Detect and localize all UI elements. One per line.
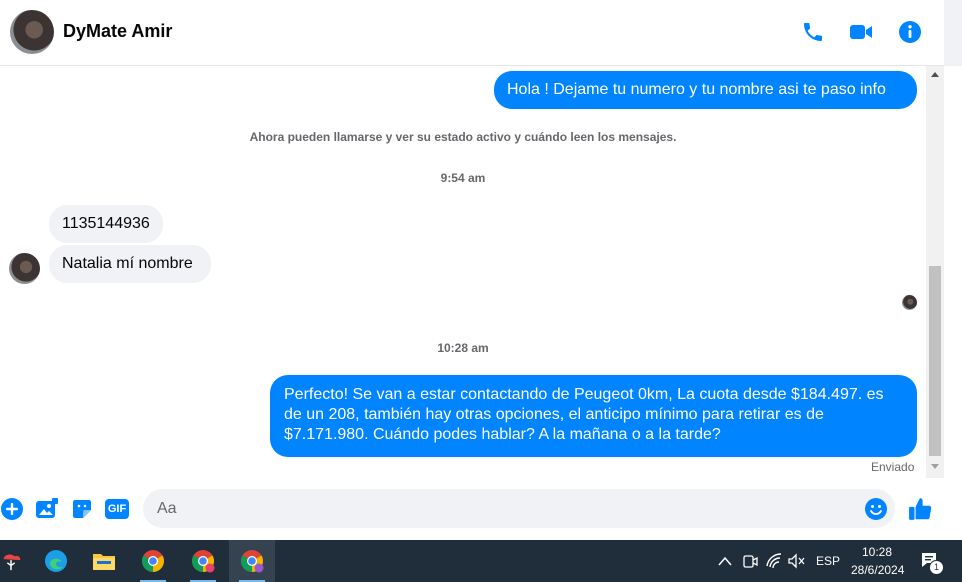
composer-bar: GIF [0, 478, 962, 540]
message-list: Hola ! Dejame tu numero y tu nombre asi … [0, 66, 926, 478]
message-text-line: de un 208, también hay otras opciones, e… [284, 406, 824, 423]
plus-icon[interactable] [0, 497, 24, 521]
sticker-icon[interactable] [70, 497, 94, 521]
input-language[interactable]: ESP [816, 554, 840, 568]
scrollbar[interactable] [926, 66, 944, 478]
scroll-up-arrow-icon[interactable] [931, 72, 939, 77]
windows-taskbar: ESP 10:28 28/6/2024 1 [0, 540, 962, 582]
delivery-status: Enviado [871, 460, 915, 474]
message-input-container[interactable] [143, 489, 895, 528]
gif-icon[interactable]: GIF [105, 499, 129, 519]
notification-center[interactable]: 1 [920, 551, 944, 575]
taskbar-app-edge[interactable] [33, 540, 79, 582]
contact-avatar-small[interactable] [9, 253, 40, 284]
video-icon[interactable] [849, 20, 873, 44]
seen-indicator-avatar [902, 295, 917, 310]
message-incoming[interactable]: 1135144936 [49, 205, 163, 243]
image-icon[interactable] [35, 497, 59, 521]
like-thumbs-up-icon[interactable] [908, 496, 934, 522]
weather-widget-icon[interactable] [0, 550, 22, 572]
taskbar-app-file-explorer[interactable] [81, 540, 127, 582]
scroll-thumb[interactable] [929, 266, 941, 456]
taskbar-app-chrome-profile[interactable] [180, 540, 226, 582]
message-text: Hola ! Dejame tu numero y tu nombre asi … [507, 81, 886, 98]
taskbar-app-chrome[interactable] [130, 540, 176, 582]
message-input[interactable] [155, 497, 859, 521]
message-text: 1135144936 [62, 215, 150, 232]
taskbar-app-chrome-active[interactable] [229, 540, 275, 582]
edge-icon [45, 550, 67, 572]
chrome-icon [192, 550, 215, 573]
message-outgoing[interactable]: Hola ! Dejame tu numero y tu nombre asi … [494, 71, 917, 109]
meet-now-icon[interactable] [742, 553, 758, 569]
message-text: Natalia mí nombre [62, 255, 193, 272]
chrome-icon [241, 550, 264, 573]
system-note: Ahora pueden llamarse y ver su estado ac… [249, 130, 677, 144]
scroll-down-arrow-icon[interactable] [931, 464, 939, 469]
folder-icon [93, 554, 115, 570]
message-outgoing[interactable]: Perfecto! Se van a estar contactando de … [270, 375, 917, 457]
notification-badge: 1 [929, 560, 944, 575]
chevron-up-icon[interactable] [718, 555, 732, 567]
chat-header: DyMate Amir [0, 0, 944, 66]
wifi-icon[interactable] [766, 553, 782, 569]
clock-date[interactable]: 28/6/2024 [851, 563, 904, 577]
window-edge [944, 0, 962, 66]
chrome-icon [142, 550, 164, 572]
contact-name[interactable]: DyMate Amir [63, 21, 172, 42]
clock-time[interactable]: 10:28 [862, 545, 892, 559]
message-incoming[interactable]: Natalia mí nombre [49, 245, 211, 283]
volume-muted-icon[interactable] [788, 553, 806, 569]
phone-icon[interactable] [801, 20, 825, 44]
message-text-line: Perfecto! Se van a estar contactando de … [284, 386, 884, 403]
info-icon[interactable] [898, 20, 922, 44]
contact-avatar[interactable] [10, 10, 54, 54]
timestamp: 10:28 am [437, 341, 489, 355]
message-text-line: $7.171.980. Cuándo podes hablar? A la ma… [284, 426, 721, 443]
emoji-icon[interactable] [864, 497, 888, 521]
timestamp: 9:54 am [440, 171, 486, 185]
